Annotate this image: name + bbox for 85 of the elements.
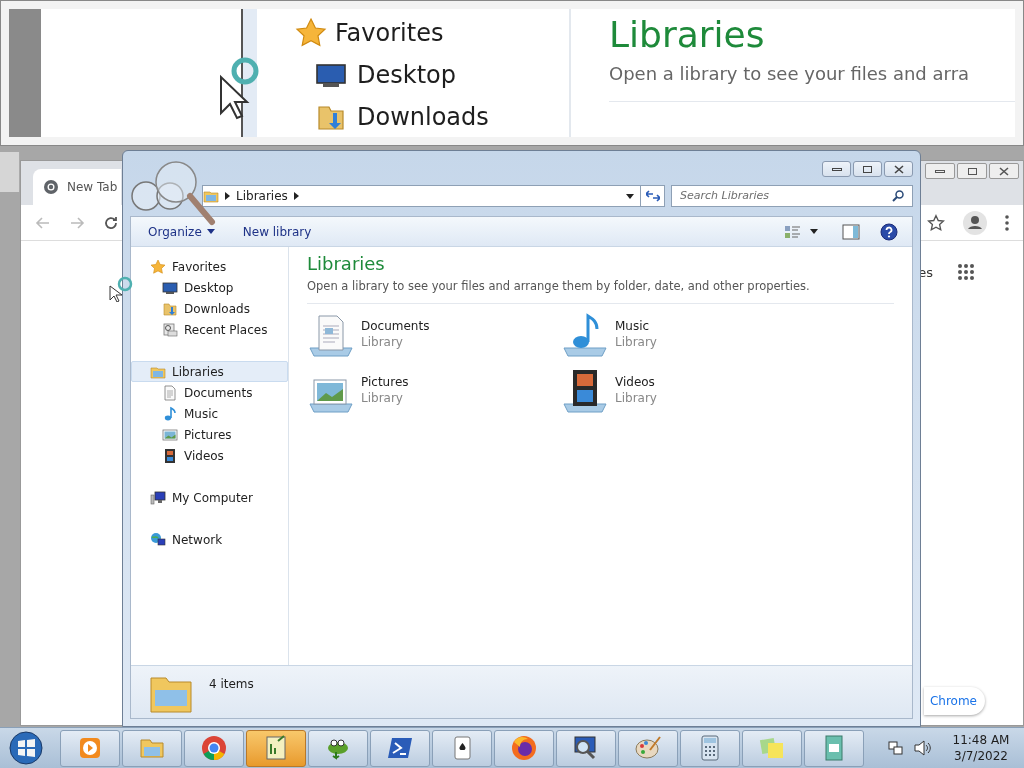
- breadcrumb-item[interactable]: Libraries: [236, 187, 288, 205]
- menu-icon[interactable]: [1005, 214, 1009, 231]
- network-icon: [150, 531, 166, 548]
- library-type: Library: [615, 390, 657, 406]
- taskbar-button[interactable]: [184, 729, 244, 767]
- close-icon: [999, 166, 1009, 176]
- taskbar-button[interactable]: [308, 729, 368, 767]
- download-folder-icon: [162, 300, 178, 317]
- browser-logo-icon: [43, 179, 59, 195]
- palette-icon: [634, 734, 662, 762]
- library-type: Library: [361, 334, 404, 350]
- dropdown-icon[interactable]: [626, 193, 634, 199]
- search-field[interactable]: Search Libraries: [671, 185, 913, 207]
- browser-tab[interactable]: New Tab: [33, 169, 121, 205]
- computer-icon: [150, 489, 166, 506]
- library-heading: Libraries: [307, 252, 386, 276]
- start-button[interactable]: [6, 730, 46, 766]
- maximize-button[interactable]: [853, 161, 882, 177]
- taskbar-button[interactable]: [494, 729, 554, 767]
- apps-grid-icon[interactable]: [957, 263, 975, 281]
- nav-item[interactable]: Favorites: [131, 256, 288, 277]
- chevron-icon[interactable]: [293, 192, 299, 200]
- dropdown-icon: [206, 229, 215, 234]
- profile-icon[interactable]: [963, 210, 987, 235]
- browser-icon: [200, 734, 228, 762]
- refresh-icon: [645, 190, 660, 202]
- help-icon[interactable]: [880, 222, 898, 241]
- document-icon: [162, 384, 178, 401]
- nav-item[interactable]: My Computer: [131, 487, 288, 508]
- star-icon[interactable]: [927, 213, 945, 232]
- library-heading: Libraries: [609, 13, 766, 57]
- nav-item[interactable]: Network: [131, 529, 288, 550]
- document-library-icon: [307, 312, 355, 360]
- toolbar-button[interactable]: Organize: [148, 222, 215, 241]
- chevron-icon[interactable]: [225, 192, 230, 200]
- volume-icon[interactable]: [914, 740, 932, 756]
- taskbar-button[interactable]: [370, 729, 430, 767]
- status-text: 4 items: [209, 676, 254, 693]
- close-button[interactable]: [884, 161, 913, 177]
- monitor-icon: [162, 279, 178, 296]
- library-name[interactable]: Documents: [361, 318, 430, 334]
- recent-places-icon: [162, 321, 178, 338]
- library-name[interactable]: Music: [615, 318, 657, 334]
- reload-icon[interactable]: [103, 214, 119, 231]
- maximize-button[interactable]: [957, 163, 987, 179]
- minimize-button[interactable]: [925, 163, 955, 179]
- close-icon: [893, 164, 904, 174]
- library-icon: [203, 188, 219, 204]
- star-icon: [150, 258, 166, 275]
- nav-item[interactable]: Downloads: [357, 101, 489, 133]
- nav-item[interactable]: Desktop: [131, 277, 288, 298]
- music-note-icon: [162, 405, 178, 422]
- clock-date[interactable]: 3/7/2022: [954, 748, 1008, 764]
- library-description: Open a library to see your files and arrange them by folder, date, and other properties.: [307, 278, 811, 295]
- customize-button[interactable]: Chrome: [923, 687, 985, 715]
- library-type: Library: [361, 390, 404, 406]
- library-name[interactable]: Videos: [615, 374, 657, 390]
- film-icon: [162, 447, 178, 464]
- nav-item[interactable]: Music: [131, 403, 288, 424]
- nav-item[interactable]: Videos: [131, 445, 288, 466]
- library-type: Library: [615, 334, 657, 350]
- video-library-icon: [561, 368, 609, 416]
- nav-item[interactable]: Recent Places: [131, 319, 288, 340]
- library-description: Open a library to see your files and arra: [609, 62, 971, 86]
- minimize-button[interactable]: [822, 161, 851, 177]
- nav-item[interactable]: Favorites: [335, 17, 444, 49]
- nav-item[interactable]: Documents: [131, 382, 288, 403]
- preview-pane-icon[interactable]: [842, 223, 860, 240]
- search-icon: [892, 190, 904, 202]
- picture-icon: [162, 426, 178, 443]
- nav-item[interactable]: Downloads: [131, 298, 288, 319]
- library-name[interactable]: Pictures: [361, 374, 409, 390]
- nav-item[interactable]: Pictures: [131, 424, 288, 445]
- taskbar-button[interactable]: [556, 729, 616, 767]
- nav-item[interactable]: Desktop: [357, 59, 456, 91]
- dropdown-icon[interactable]: [810, 229, 818, 234]
- fox-browser-icon: [510, 734, 538, 762]
- address-bar[interactable]: Libraries: [202, 185, 665, 207]
- network-status-icon[interactable]: [888, 740, 904, 756]
- close-button[interactable]: [989, 163, 1019, 179]
- nav-item[interactable]: Libraries: [131, 361, 288, 382]
- toolbar-button[interactable]: New library: [242, 222, 312, 241]
- music-library-icon: [561, 312, 609, 360]
- star-icon: [295, 17, 327, 49]
- clock-time[interactable]: 11:48 AM: [952, 732, 1010, 748]
